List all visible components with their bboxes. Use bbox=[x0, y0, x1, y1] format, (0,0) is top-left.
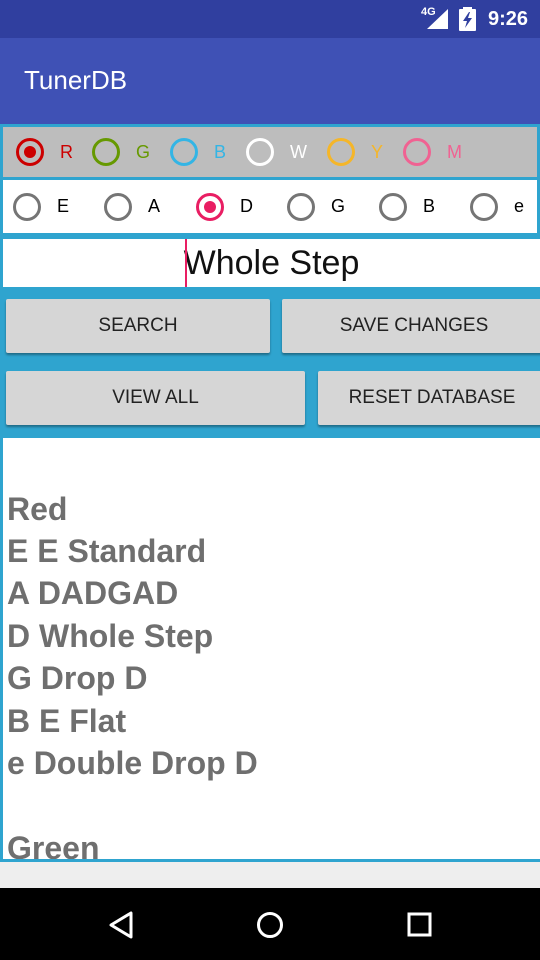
string-radio-label: D bbox=[240, 196, 253, 216]
string-radio-low-e[interactable]: E bbox=[13, 180, 69, 233]
radio-button-icon bbox=[379, 192, 407, 221]
tuning-name-input[interactable] bbox=[3, 239, 540, 287]
view-all-button[interactable]: VIEW ALL bbox=[6, 371, 305, 425]
app-title: TunerDB bbox=[24, 65, 128, 95]
radio-button-icon bbox=[327, 138, 355, 166]
color-radio-label: W bbox=[290, 141, 307, 162]
string-radio-d[interactable]: D bbox=[196, 180, 253, 233]
radio-button-icon bbox=[13, 192, 41, 221]
radio-button-icon bbox=[170, 138, 198, 166]
status-bar: 4G 9:26 bbox=[0, 0, 540, 38]
color-radio-blue[interactable]: B bbox=[170, 127, 226, 177]
result-line: A DADGAD bbox=[7, 575, 179, 611]
string-radio-b[interactable]: B bbox=[379, 180, 435, 233]
result-line: e Double Drop D bbox=[7, 745, 258, 781]
radio-button-icon bbox=[246, 138, 274, 166]
reset-database-button[interactable]: RESET DATABASE bbox=[318, 371, 540, 425]
string-radio-label: E bbox=[57, 196, 70, 216]
string-radio-group: E A D G B e bbox=[0, 180, 540, 236]
navigation-bar bbox=[0, 888, 540, 960]
string-radio-g[interactable]: G bbox=[287, 180, 345, 233]
recents-icon[interactable] bbox=[407, 912, 433, 938]
text-cursor bbox=[185, 239, 187, 287]
color-radio-green[interactable]: G bbox=[92, 127, 150, 177]
radio-button-icon bbox=[92, 138, 120, 166]
radio-button-icon bbox=[196, 192, 224, 221]
color-radio-red[interactable]: R bbox=[16, 127, 73, 177]
result-line: Green bbox=[7, 830, 100, 862]
search-button[interactable]: SEARCH bbox=[6, 299, 270, 353]
signal-icon bbox=[427, 9, 448, 29]
color-radio-magenta[interactable]: M bbox=[403, 127, 462, 177]
string-radio-label: e bbox=[514, 196, 525, 216]
result-line: Red bbox=[7, 491, 68, 527]
string-radio-label: G bbox=[331, 196, 346, 216]
result-line: B E Flat bbox=[7, 703, 127, 739]
radio-button-icon bbox=[470, 192, 498, 221]
result-line: E E Standard bbox=[7, 533, 207, 569]
battery-charging-icon bbox=[459, 7, 476, 31]
controls-panel: SEARCH SAVE CHANGES VIEW ALL RESET DATAB… bbox=[0, 236, 540, 438]
string-radio-label: B bbox=[423, 196, 436, 216]
string-radio-high-e[interactable]: e bbox=[470, 180, 524, 233]
color-radio-label: Y bbox=[371, 141, 384, 162]
app-bar: TunerDB bbox=[0, 38, 540, 124]
radio-button-icon bbox=[287, 192, 315, 221]
home-icon[interactable] bbox=[256, 911, 284, 939]
color-radio-label: M bbox=[447, 141, 462, 162]
radio-button-icon bbox=[403, 138, 431, 166]
color-radio-label: R bbox=[60, 141, 73, 162]
radio-selected-dot bbox=[24, 146, 36, 158]
clock: 9:26 bbox=[487, 8, 528, 30]
string-radio-a[interactable]: A bbox=[104, 180, 160, 233]
results-list[interactable]: Red E E Standard A DADGAD D Whole Step G… bbox=[0, 438, 540, 862]
color-radio-yellow[interactable]: Y bbox=[327, 127, 383, 177]
color-radio-group: R G B W Y M bbox=[0, 124, 540, 180]
color-radio-label: G bbox=[136, 141, 151, 162]
result-line: G Drop D bbox=[7, 660, 148, 696]
result-line: D Whole Step bbox=[7, 618, 214, 654]
radio-button-icon bbox=[16, 138, 44, 166]
color-radio-label: B bbox=[214, 141, 227, 162]
save-changes-button[interactable]: SAVE CHANGES bbox=[282, 299, 540, 353]
string-radio-label: A bbox=[148, 196, 161, 216]
color-radio-white[interactable]: W bbox=[246, 127, 307, 177]
bottom-spacer bbox=[0, 862, 540, 888]
radio-button-icon bbox=[104, 192, 132, 221]
back-icon[interactable] bbox=[108, 911, 134, 939]
